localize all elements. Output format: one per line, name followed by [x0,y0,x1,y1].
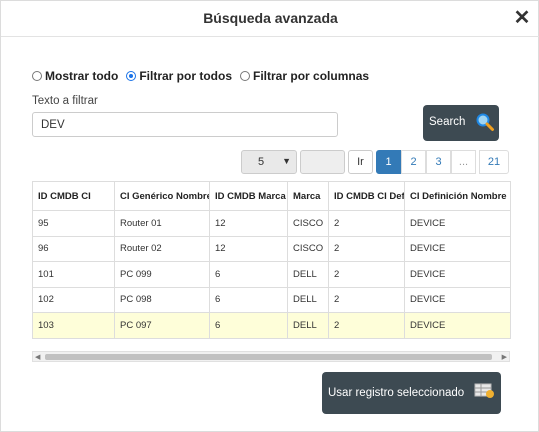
table-cell: PC 099 [115,262,210,288]
table-cell: DELL [288,313,329,339]
table-cell: Router 02 [115,236,210,262]
radio-label: Mostrar todo [45,69,118,83]
table-row-selected[interactable]: 103 PC 097 6 DELL 2 DEVICE [33,313,511,339]
table-cell: 6 [210,287,288,313]
filter-text-input[interactable] [32,112,338,137]
table-row[interactable]: 96 Router 02 12 CISCO 2 DEVICE [33,236,511,262]
table-cell: 2 [329,211,405,237]
table-header-row: ID CMDB CI CI Genérico Nombre ID CMDB Ma… [33,182,511,211]
table-cell: 2 [329,287,405,313]
close-icon[interactable]: ✕ [512,7,532,29]
column-header[interactable]: CI Genérico Nombre [115,182,210,211]
page-link-3[interactable]: 3 [426,150,451,174]
radio-button-icon[interactable] [126,71,136,81]
table-row[interactable]: 102 PC 098 6 DELL 2 DEVICE [33,287,511,313]
table-select-icon [474,382,496,405]
goto-page-button[interactable]: Ir [348,150,373,174]
table-cell: 101 [33,262,115,288]
radio-label: Filtrar por columnas [253,69,369,83]
table-cell: CISCO [288,236,329,262]
page-link-last[interactable]: 21 [479,150,509,174]
scrollbar-thumb[interactable] [45,354,492,360]
page-size-select[interactable]: 5 ▼ [241,150,297,174]
advanced-search-dialog: Búsqueda avanzada ✕ Mostrar todo Filtrar… [0,0,539,432]
table-cell: 95 [33,211,115,237]
dialog-title: Búsqueda avanzada [1,10,539,26]
table-cell: DEVICE [405,313,511,339]
table-cell: 12 [210,236,288,262]
table-cell: DEVICE [405,262,511,288]
column-header[interactable]: ID CMDB CI Definición [329,182,405,211]
scroll-left-icon[interactable]: ◀ [35,353,40,361]
column-header[interactable]: ID CMDB CI [33,182,115,211]
filter-text-label: Texto a filtrar [32,95,98,107]
dialog-header: Búsqueda avanzada ✕ [1,1,539,37]
table-cell: PC 097 [115,313,210,339]
use-selected-record-label: Usar registro seleccionado [328,387,464,399]
radio-filter-all[interactable]: Filtrar por todos [126,69,232,83]
column-header[interactable]: Marca [288,182,329,211]
table-cell: Router 01 [115,211,210,237]
table-cell: 103 [33,313,115,339]
search-button[interactable]: Search [423,105,499,141]
goto-page-input[interactable] [300,150,345,174]
table-row[interactable]: 101 PC 099 6 DELL 2 DEVICE [33,262,511,288]
chevron-down-icon: ▼ [282,156,291,166]
table-cell: DELL [288,262,329,288]
page-ellipsis: ... [451,150,476,174]
table-cell: 2 [329,313,405,339]
column-header[interactable]: CI Definición Nombre [405,182,511,211]
radio-button-icon[interactable] [240,71,250,81]
table-cell: DELL [288,287,329,313]
scroll-right-icon[interactable]: ▶ [502,353,507,361]
search-button-label: Search [429,116,465,128]
table-cell: DEVICE [405,287,511,313]
table-row[interactable]: 95 Router 01 12 CISCO 2 DEVICE [33,211,511,237]
radio-label: Filtrar por todos [139,69,232,83]
table-cell: DEVICE [405,236,511,262]
table-cell: PC 098 [115,287,210,313]
page-link-1[interactable]: 1 [376,150,401,174]
table-cell: 12 [210,211,288,237]
table-cell: 2 [329,262,405,288]
filter-mode-group: Mostrar todo Filtrar por todos Filtrar p… [32,69,377,83]
page-size-value: 5 [258,156,264,168]
horizontal-scrollbar[interactable]: ◀ ▶ [32,351,510,362]
table-cell: 6 [210,313,288,339]
radio-show-all[interactable]: Mostrar todo [32,69,118,83]
table-cell: 6 [210,262,288,288]
table-cell: 96 [33,236,115,262]
magnifier-icon [475,112,495,137]
radio-filter-columns[interactable]: Filtrar por columnas [240,69,369,83]
table-cell: 102 [33,287,115,313]
radio-button-icon[interactable] [32,71,42,81]
column-header[interactable]: ID CMDB Marca [210,182,288,211]
use-selected-record-button[interactable]: Usar registro seleccionado [322,372,501,414]
table-cell: 2 [329,236,405,262]
table-cell: DEVICE [405,211,511,237]
page-link-2[interactable]: 2 [401,150,426,174]
results-table: ID CMDB CI CI Genérico Nombre ID CMDB Ma… [32,181,511,339]
table-cell: CISCO [288,211,329,237]
